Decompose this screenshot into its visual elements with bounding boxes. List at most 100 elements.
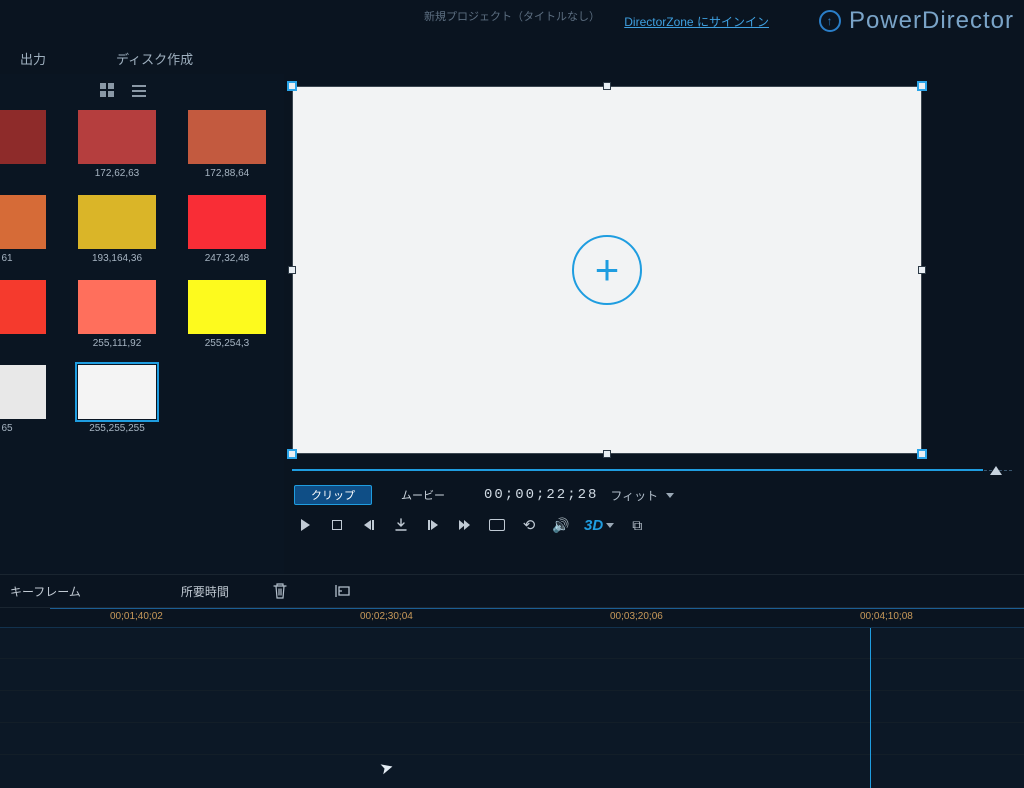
color-swatch: [0, 365, 46, 419]
colorboard-grid: 172,62,63 172,88,64 61 193,164,36 247,32…: [0, 102, 284, 446]
zoom-fit-dropdown[interactable]: フィット: [610, 487, 674, 504]
directorzone-link[interactable]: DirectorZone にサインイン: [624, 13, 769, 30]
color-label: 193,164,36: [92, 253, 142, 264]
play-icon: [301, 519, 310, 531]
rotate-handle[interactable]: [287, 449, 297, 459]
color-swatch: [0, 195, 46, 249]
colorboard-item[interactable]: 193,164,36: [62, 189, 172, 274]
play-button[interactable]: [296, 516, 314, 534]
color-swatch: [78, 280, 156, 334]
mode-movie-button[interactable]: ムービー: [384, 485, 462, 505]
stop-icon: [332, 520, 342, 530]
ruler-line: [50, 608, 1024, 609]
volume-button[interactable]: 🔊: [552, 516, 570, 534]
timeline-tracks[interactable]: ➤: [0, 628, 1024, 788]
zoom-fit-label: フィット: [610, 487, 658, 504]
colorboard-item[interactable]: 172,88,64: [172, 104, 282, 189]
color-swatch: [0, 110, 46, 164]
tab-disc-create[interactable]: ディスク作成: [116, 49, 193, 68]
clip-toolbar: キーフレーム 所要時間: [0, 574, 1024, 608]
color-label: 172,62,63: [95, 168, 140, 179]
resize-handle[interactable]: [603, 82, 611, 90]
step-forward-button[interactable]: [424, 516, 442, 534]
rotate-handle[interactable]: [917, 81, 927, 91]
resize-handle[interactable]: [918, 266, 926, 274]
view-list-icon[interactable]: [132, 83, 146, 97]
colorboard-item[interactable]: 172,62,63: [62, 104, 172, 189]
rotate-handle[interactable]: [287, 81, 297, 91]
app-name: PowerDirector: [849, 7, 1014, 35]
tab-output[interactable]: 出力: [20, 49, 46, 68]
fast-forward-button[interactable]: [456, 516, 474, 534]
timecode-display[interactable]: 00;00;22;28: [484, 487, 598, 503]
color-swatch: [78, 110, 156, 164]
resize-handle[interactable]: [603, 450, 611, 458]
view-grid-icon[interactable]: [100, 83, 114, 97]
color-swatch: [78, 195, 156, 249]
chevron-down-icon: [666, 493, 674, 498]
preview-seekbar[interactable]: [292, 464, 1012, 478]
download-icon: [394, 518, 408, 532]
title-bar: 新規プロジェクト（タイトルなし） DirectorZone にサインイン ↑ P…: [0, 0, 1024, 42]
keyframe-button[interactable]: キーフレーム: [10, 583, 81, 600]
ruler-mark: 00;01;40;02: [110, 611, 163, 622]
main-row: 172,62,63 172,88,64 61 193,164,36 247,32…: [0, 74, 1024, 574]
color-label: 61: [1, 253, 12, 264]
colorboard-item[interactable]: 247,32,48: [172, 189, 282, 274]
colorboard-item[interactable]: 65: [0, 359, 62, 444]
color-swatch: [78, 365, 156, 419]
color-label: 172,88,64: [205, 168, 250, 179]
trash-icon: [272, 582, 288, 600]
colorboard-item[interactable]: 255,254,3: [172, 274, 282, 359]
colorboard-item[interactable]: 255,111,92: [62, 274, 172, 359]
preview-panel: + クリップ ムービー 00;00;22;28: [284, 74, 1024, 574]
insert-left-icon: [333, 583, 351, 599]
download-button[interactable]: [392, 516, 410, 534]
color-label: 255,255,255: [89, 423, 145, 434]
project-title: 新規プロジェクト（タイトルなし）: [424, 8, 600, 24]
color-label: 65: [1, 423, 12, 434]
resize-handle[interactable]: [288, 266, 296, 274]
mouse-cursor-icon: ➤: [378, 757, 396, 780]
colorboard-item[interactable]: [0, 274, 62, 359]
ruler-mark: 00;02;30;04: [360, 611, 413, 622]
color-swatch: [188, 110, 266, 164]
colorboard-item[interactable]: 255,255,255: [62, 359, 172, 444]
seek-thumb-icon[interactable]: [990, 466, 1002, 475]
center-anchor-icon[interactable]: +: [572, 235, 642, 305]
media-toolbar: [0, 78, 284, 102]
insert-left-button[interactable]: [331, 580, 353, 602]
loop-button[interactable]: ⟲: [520, 516, 538, 534]
colorboard-item[interactable]: 61: [0, 189, 62, 274]
step-back-button[interactable]: [360, 516, 378, 534]
seek-fill: [292, 469, 983, 471]
ruler-mark: 00;03;20;06: [610, 611, 663, 622]
transport-controls: ⟲ 🔊 3D ⧉: [294, 512, 1010, 538]
upload-icon[interactable]: ↑: [819, 10, 841, 32]
colorboard-item[interactable]: [0, 104, 62, 189]
rotate-handle[interactable]: [917, 449, 927, 459]
stop-button[interactable]: [328, 516, 346, 534]
color-swatch: [188, 280, 266, 334]
preview-mode-row: クリップ ムービー 00;00;22;28 フィット: [294, 482, 1010, 508]
preview-canvas-wrap[interactable]: +: [292, 86, 922, 454]
3d-button[interactable]: 3D: [584, 517, 614, 534]
timeline-ruler[interactable]: 00;01;40;02 00;02;30;04 00;03;20;06 00;0…: [0, 608, 1024, 628]
playhead[interactable]: [870, 628, 871, 788]
mode-clip-button[interactable]: クリップ: [294, 485, 372, 505]
undock-button[interactable]: ⧉: [628, 516, 646, 534]
color-label: 255,254,3: [205, 338, 250, 349]
color-swatch: [188, 195, 266, 249]
ff-icon: [464, 520, 470, 530]
app-brand: ↑ PowerDirector: [819, 7, 1014, 35]
ruler-mark: 00;04;10;08: [860, 611, 913, 622]
chevron-down-icon: [606, 523, 614, 528]
snapshot-button[interactable]: [488, 516, 506, 534]
color-swatch: [0, 280, 46, 334]
preview-canvas[interactable]: +: [292, 86, 922, 454]
workspace-tabs: 出力 ディスク作成: [0, 42, 1024, 74]
preview-controls: クリップ ムービー 00;00;22;28 フィット ⟲ 🔊: [286, 480, 1018, 540]
colorboard-item: [172, 359, 282, 444]
duration-button[interactable]: 所要時間: [181, 583, 229, 600]
delete-button[interactable]: [269, 580, 291, 602]
